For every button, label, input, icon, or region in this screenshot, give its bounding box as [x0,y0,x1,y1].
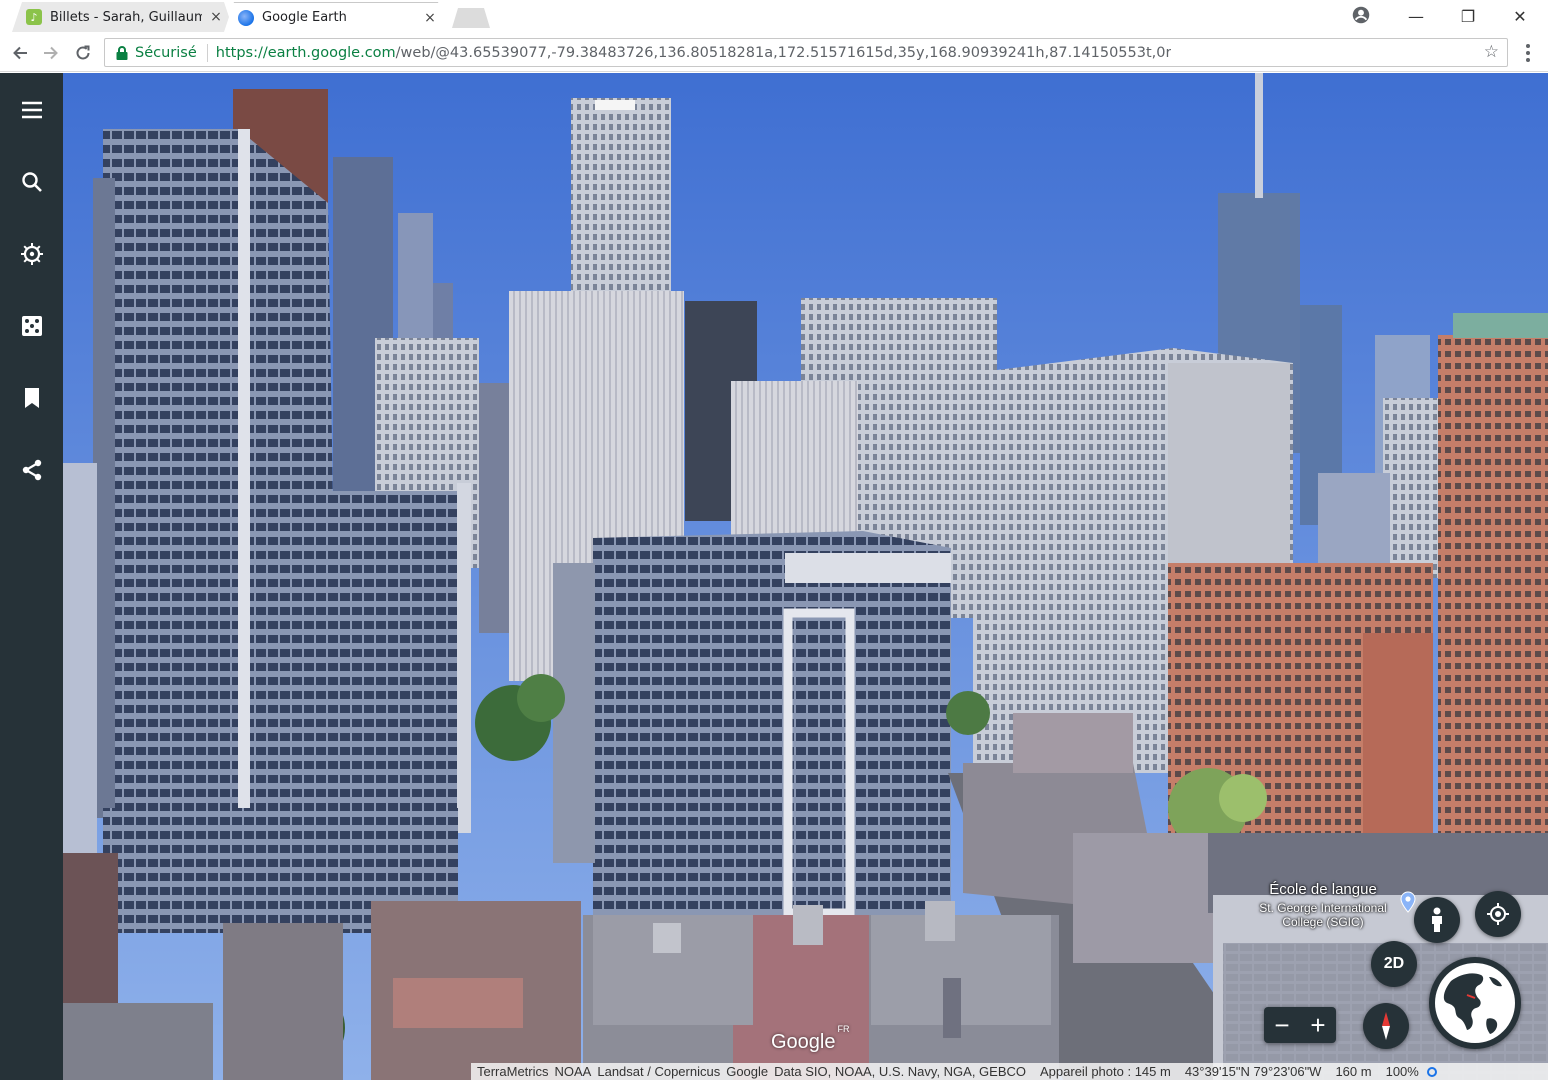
tab-title: Google Earth [262,10,347,25]
attribution-source[interactable]: NOAA [555,1064,592,1079]
lock-icon [116,45,128,60]
forward-arrow-icon[interactable] [38,40,64,66]
music-note-icon: ♪ [26,9,42,25]
back-arrow-icon[interactable] [7,40,33,66]
globe-icon [1435,963,1515,1043]
close-window-button[interactable]: ✕ [1494,0,1546,32]
address-bar[interactable]: Sécurisé https://earth.google.com/web/@4… [104,38,1508,67]
address-divider [206,43,208,62]
url-text[interactable]: https://earth.google.com/web/@43.6553907… [216,45,1172,61]
coordinates-readout: 43°39'15"N 79°23'06"W [1184,1064,1322,1079]
map-pin-icon[interactable] [1399,891,1417,913]
browser-toolbar: Sécurisé https://earth.google.com/web/@4… [0,34,1548,72]
zoom-control: − + [1264,1007,1336,1043]
browser-tab-strip: ♪ Billets - Sarah, Guillaume × Google Ea… [0,0,1548,34]
poi-label[interactable]: École de langue [1243,881,1403,898]
compass-button[interactable] [1363,1003,1409,1049]
attribution-source[interactable]: Data SIO, NOAA, U.S. Navy, NGA, GEBCO [774,1064,1026,1079]
menu-icon[interactable] [0,86,63,134]
camera-altitude: Appareil photo : 145 m [1040,1064,1171,1079]
share-icon[interactable] [0,446,63,494]
feeling-lucky-icon[interactable] [0,302,63,350]
zoom-out-button[interactable]: − [1264,1007,1300,1043]
search-icon[interactable] [0,158,63,206]
mini-globe-button[interactable] [1429,957,1521,1049]
attribution-bar: TerraMetrics NOAA Landsat / Copernicus G… [471,1063,1548,1080]
star-icon[interactable]: ☆ [1484,42,1499,62]
projects-icon[interactable] [0,374,63,422]
crosshair-icon [1487,903,1509,925]
google-earth-favicon-icon [238,9,254,26]
status-ring-icon [1426,1066,1437,1077]
tab-close-icon[interactable]: × [422,10,438,26]
earth-3d-view[interactable]: École de langue St. George International… [63,73,1548,1080]
scale-readout[interactable]: 160 m [1335,1064,1371,1079]
attribution-source[interactable]: Landsat / Copernicus [597,1064,720,1079]
tab-close-icon[interactable]: × [208,9,224,25]
compass-needle-icon [1382,1012,1390,1040]
tab-title: Billets - Sarah, Guillaume [50,9,202,25]
earth-side-rail [0,73,63,1080]
my-location-button[interactable] [1475,891,1521,937]
toggle-2d-button[interactable]: 2D [1371,941,1417,987]
poi-sublabel[interactable]: St. George International College (SGIC) [1243,901,1403,929]
profile-icon[interactable] [1350,4,1372,26]
google-watermark: GoogleFR [771,1024,850,1053]
tab-google-earth[interactable]: Google Earth × [224,2,448,32]
minimize-button[interactable]: — [1390,0,1442,32]
reload-icon[interactable] [70,40,96,66]
attribution-source[interactable]: Google [726,1064,768,1079]
tab-billets[interactable]: ♪ Billets - Sarah, Guillaume × [12,2,234,32]
zoom-in-button[interactable]: + [1300,1007,1336,1043]
kebab-menu-icon[interactable] [1518,40,1538,66]
zoom-percent: 100% [1385,1064,1419,1079]
voyager-icon[interactable] [0,230,63,278]
secure-label: Sécurisé [135,44,197,61]
attribution-source[interactable]: TerraMetrics [477,1064,549,1079]
restore-button[interactable]: ❐ [1442,0,1494,32]
new-tab-button[interactable] [452,8,490,28]
pegman-icon [1432,907,1442,932]
pegman-street-view-button[interactable] [1414,897,1460,943]
